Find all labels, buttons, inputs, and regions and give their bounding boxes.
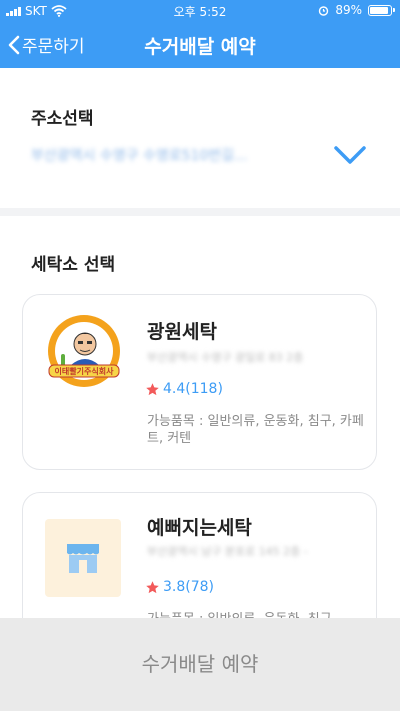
navigation-bar: 주문하기 수거배달 예약 (0, 22, 400, 68)
status-bar: SKT 오후 5:52 89% (0, 0, 400, 22)
chevron-left-icon (8, 35, 20, 54)
store-address: 부산광역시 남구 분포로 145 2층 - (147, 545, 308, 558)
address-value[interactable]: 부산광역시 수영구 수영로510번길... (31, 145, 311, 165)
store-thumbnail (45, 519, 121, 597)
star-icon (146, 580, 159, 593)
store-icon (67, 544, 99, 573)
battery-percent: 89% (335, 3, 362, 17)
status-right: 89% (318, 3, 395, 17)
chevron-down-icon[interactable] (330, 140, 370, 170)
store-rating: 3.8(78) (145, 579, 214, 595)
store-name: 광원세탁 (147, 321, 217, 343)
back-label: 주문하기 (22, 37, 85, 57)
store-name: 예뻐지는세탁 (147, 517, 252, 539)
svg-text:이태빨기주식회사: 이태빨기주식회사 (55, 366, 115, 376)
store-card[interactable]: 이태빨기주식회사 광원세탁 부산광역시 수영구 광일로 83 2층 4.4(11… (22, 294, 377, 470)
pickup-delivery-reserve-button[interactable]: 수거배달 예약 (0, 618, 400, 711)
battery-icon (368, 4, 395, 16)
address-section-title: 주소선택 (31, 109, 94, 129)
rating-value: 4.4(118) (163, 381, 223, 397)
address-section: 주소선택 부산광역시 수영구 수영로510번길... (0, 68, 400, 208)
available-items: 가능품목 : 일반의류, 운동화, 침구, 카페트, 커텐 (147, 414, 364, 446)
store-logo: 이태빨기주식회사 (48, 315, 120, 387)
store-section-title: 세탁소 선택 (31, 255, 116, 275)
store-rating: 4.4(118) (145, 381, 223, 397)
back-button[interactable]: 주문하기 (8, 32, 85, 57)
app-header: SKT 오후 5:52 89% 주문하기 수거배달 예약 (0, 0, 400, 68)
alarm-icon (319, 5, 329, 16)
rating-value: 3.8(78) (163, 579, 215, 595)
store-address: 부산광역시 수영구 광일로 83 2층 (147, 351, 304, 364)
star-icon (146, 382, 159, 395)
